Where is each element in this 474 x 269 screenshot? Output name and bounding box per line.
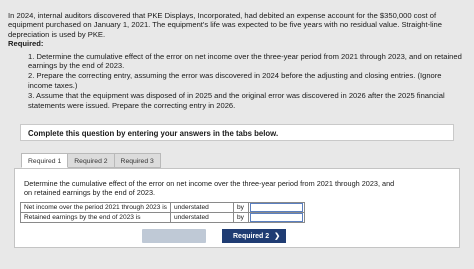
requirements-list: 1. Determine the cumulative effect of th… [8, 52, 464, 110]
requirement-item: 2. Prepare the correcting entry, assumin… [28, 71, 442, 90]
direction-select[interactable]: understated [169, 212, 234, 223]
amount-cell [247, 212, 305, 223]
problem-intro: In 2024, internal auditors discovered th… [8, 11, 442, 39]
chevron-right-icon: ❯ [274, 233, 281, 240]
required-heading: Required: [8, 39, 44, 49]
tab-required-3[interactable]: Required 3 [114, 153, 161, 168]
tab-required-1[interactable]: Required 1 [21, 153, 69, 168]
table-row: Retained earnings by the end of 2023 is … [20, 212, 305, 223]
direction-select[interactable]: understated [169, 202, 234, 213]
next-button[interactable]: Required 2 ❯ [222, 229, 286, 243]
requirement-item: 1. Determine the cumulative effect of th… [28, 51, 462, 71]
instruction-banner: Complete this question by entering your … [20, 124, 454, 141]
row-label: Net income over the period 2021 through … [20, 202, 171, 213]
panel-question: Determine the cumulative effect of the e… [24, 179, 395, 197]
answer-table: Net income over the period 2021 through … [20, 202, 305, 223]
next-button-label: Required 2 [233, 233, 270, 240]
row-label: Retained earnings by the end of 2023 is [20, 212, 171, 223]
tab-required-2[interactable]: Required 2 [68, 153, 115, 168]
by-label: by [232, 202, 249, 213]
amount-cell [247, 202, 305, 213]
requirement-tabs: Required 1 Required 2 Required 3 [21, 153, 161, 168]
table-row: Net income over the period 2021 through … [20, 202, 305, 213]
prev-button[interactable] [142, 229, 206, 243]
amount-input[interactable] [249, 213, 303, 222]
problem-statement: In 2024, internal auditors discovered th… [8, 11, 464, 111]
amount-input[interactable] [249, 203, 303, 212]
by-label: by [232, 212, 249, 223]
requirement-item: 3. Assume that the equipment was dispose… [28, 91, 445, 110]
